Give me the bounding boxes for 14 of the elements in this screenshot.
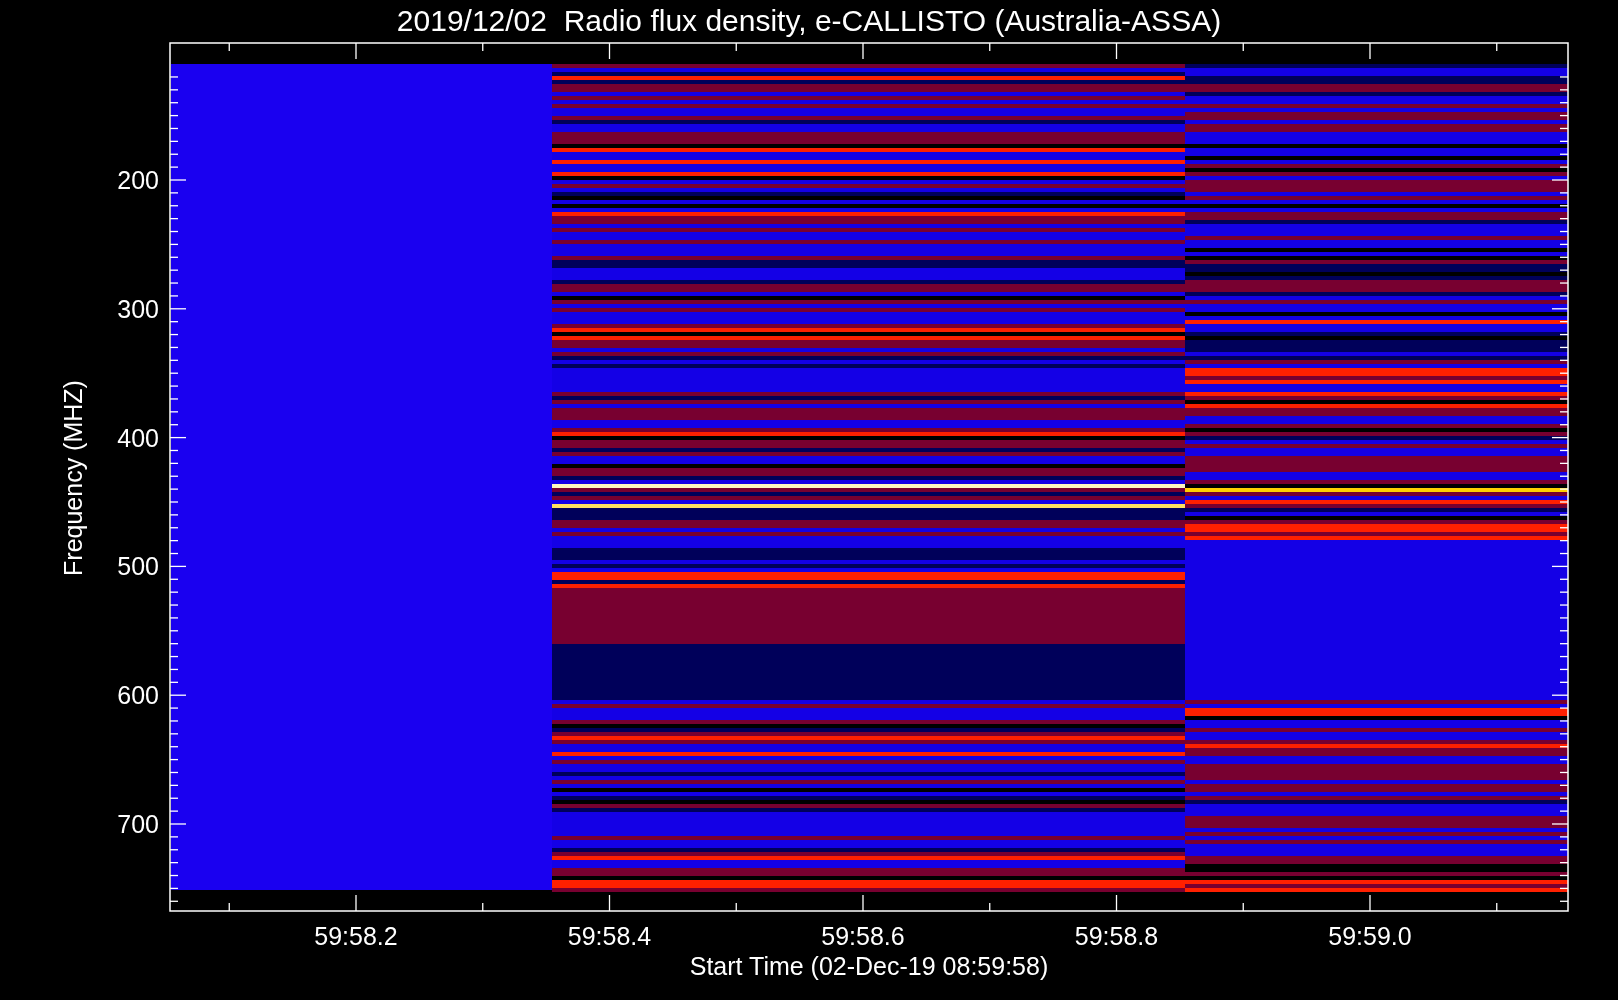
tick-label: 59:59.0: [1328, 922, 1412, 950]
tick-label: 59:58.8: [1074, 922, 1159, 950]
tick-label: 59:58.4: [567, 922, 652, 950]
tick-label: 400: [117, 423, 159, 452]
x-axis-title: Start Time (02-Dec-19 08:59:58): [689, 952, 1049, 980]
tick-label: 600: [117, 681, 159, 710]
tick-label: 200: [117, 166, 159, 194]
tick-label: 59:58.2: [314, 922, 398, 950]
y-axis-title: Frequency (MHZ): [59, 380, 87, 576]
tick-label: 700: [117, 810, 159, 838]
tick-label: 500: [117, 552, 159, 581]
tick-label: 300: [117, 294, 159, 323]
chart-title: 2019/12/02 Radio flux density, e-CALLISTO (Australia-ASSA): [396, 4, 1222, 37]
tick-label: 59:58.6: [821, 922, 905, 950]
